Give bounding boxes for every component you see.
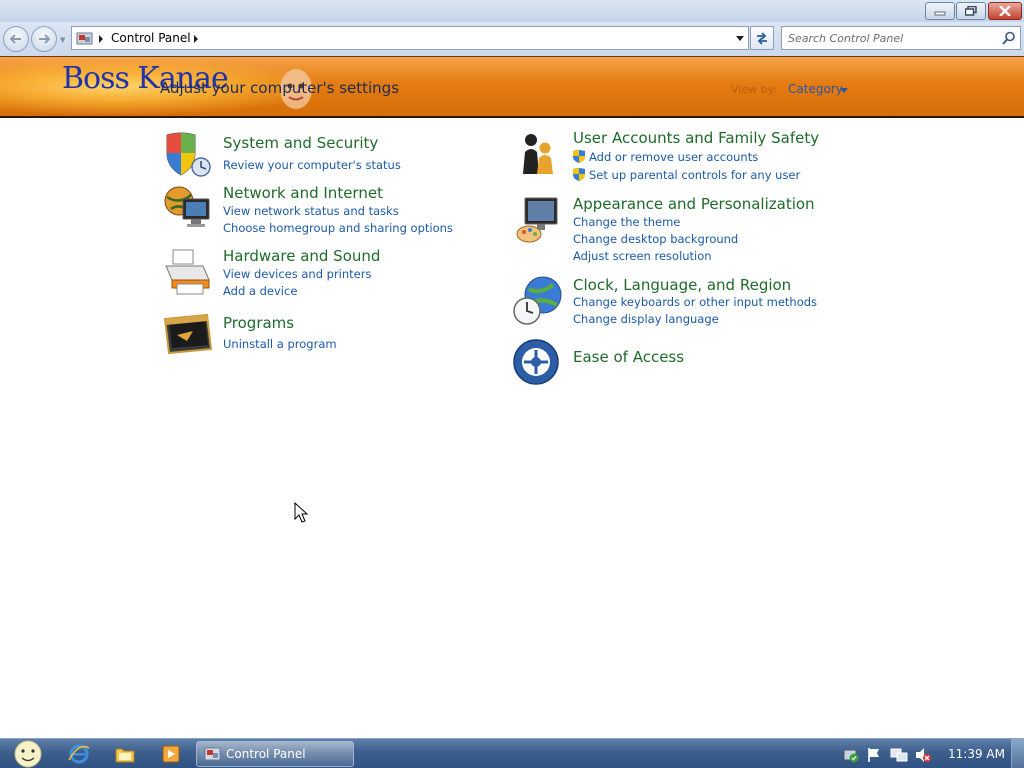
- minimize-icon: [934, 11, 946, 16]
- category-link[interactable]: Change desktop background: [573, 232, 738, 246]
- category-title[interactable]: Appearance and Personalization: [573, 195, 815, 213]
- category-link[interactable]: Review your computer's status: [223, 158, 401, 172]
- show-desktop-button[interactable]: [1011, 739, 1024, 768]
- category-link[interactable]: Add or remove user accounts: [589, 150, 758, 164]
- printer-icon: [165, 249, 210, 295]
- category-title[interactable]: Ease of Access: [573, 348, 684, 366]
- restore-icon: [965, 6, 977, 16]
- internet-explorer-icon[interactable]: [68, 744, 90, 764]
- view-by-dropdown[interactable]: Category: [788, 82, 843, 96]
- uac-shield-icon: [573, 168, 585, 181]
- back-button[interactable]: [3, 26, 29, 52]
- ease-of-access-icon: [513, 339, 559, 385]
- mouse-cursor-icon: [294, 502, 308, 523]
- network-icon[interactable]: [890, 747, 908, 763]
- category-title[interactable]: Hardware and Sound: [223, 247, 380, 265]
- category-link[interactable]: Choose homegroup and sharing options: [223, 221, 453, 235]
- recent-pages-dropdown[interactable]: ▼: [60, 36, 65, 44]
- control-panel-icon: [204, 747, 221, 761]
- category-link[interactable]: View network status and tasks: [223, 204, 399, 218]
- breadcrumb-control-panel[interactable]: Control Panel: [111, 31, 191, 45]
- start-button[interactable]: [8, 739, 48, 768]
- breadcrumb-separator-icon[interactable]: [99, 35, 103, 43]
- taskbar-button-label: Control Panel: [226, 747, 306, 761]
- category-link[interactable]: Add a device: [223, 284, 297, 298]
- taskbar: Control Panel 11:39 AM: [0, 738, 1024, 768]
- media-player-icon[interactable]: [160, 744, 182, 764]
- category-link[interactable]: Change keyboards or other input methods: [573, 295, 817, 309]
- forward-arrow-icon: [39, 34, 50, 44]
- back-arrow-icon: [10, 34, 21, 44]
- monitor-paint-icon: [516, 197, 558, 243]
- clock-globe-icon: [513, 276, 562, 325]
- category-title[interactable]: System and Security: [223, 134, 378, 152]
- minimize-button[interactable]: [925, 2, 955, 20]
- programs-icon: [163, 313, 213, 355]
- uac-shield-icon: [573, 150, 585, 163]
- network-globe-icon: [164, 186, 210, 227]
- explorer-folder-icon[interactable]: [114, 744, 136, 764]
- category-title[interactable]: User Accounts and Family Safety: [573, 129, 819, 147]
- refresh-button[interactable]: [750, 26, 774, 50]
- breadcrumb-separator-icon[interactable]: [194, 35, 198, 43]
- category-title[interactable]: Programs: [223, 314, 294, 332]
- navigation-bar: ▼ Control Panel: [0, 22, 1024, 56]
- page-heading: Adjust your computer's settings: [160, 79, 400, 97]
- address-dropdown-icon[interactable]: [736, 36, 744, 41]
- search-box[interactable]: [781, 26, 1021, 50]
- restore-button[interactable]: [956, 2, 986, 20]
- category-link[interactable]: Uninstall a program: [223, 337, 337, 351]
- category-title[interactable]: Network and Internet: [223, 184, 383, 202]
- system-clock[interactable]: 11:39 AM: [948, 747, 1005, 761]
- close-button[interactable]: [988, 2, 1022, 20]
- taskbar-button-control-panel[interactable]: Control Panel: [196, 741, 354, 767]
- search-input[interactable]: [788, 30, 998, 46]
- category-title[interactable]: Clock, Language, and Region: [573, 276, 791, 294]
- header-banner: Boss Kanae Adjust your computer's settin…: [0, 56, 1024, 118]
- window-title-bar: [0, 0, 1024, 22]
- users-icon: [523, 134, 553, 174]
- category-link[interactable]: View devices and printers: [223, 267, 371, 281]
- action-center-icon[interactable]: [842, 747, 860, 763]
- security-shield-icon: [166, 132, 211, 177]
- address-bar[interactable]: Control Panel: [71, 26, 749, 50]
- category-link[interactable]: Set up parental controls for any user: [589, 168, 800, 182]
- close-icon: [999, 6, 1011, 16]
- search-icon[interactable]: [1002, 31, 1016, 45]
- flag-icon[interactable]: [866, 747, 882, 763]
- refresh-icon: [757, 32, 767, 45]
- category-link[interactable]: Change display language: [573, 312, 719, 326]
- forward-button[interactable]: [31, 26, 57, 52]
- view-by-arrow-icon[interactable]: [840, 88, 848, 93]
- category-link[interactable]: Change the theme: [573, 215, 680, 229]
- control-panel-icon: [76, 32, 93, 45]
- volume-muted-icon[interactable]: [914, 747, 932, 763]
- view-by-label: View by:: [731, 83, 777, 96]
- category-link[interactable]: Adjust screen resolution: [573, 249, 712, 263]
